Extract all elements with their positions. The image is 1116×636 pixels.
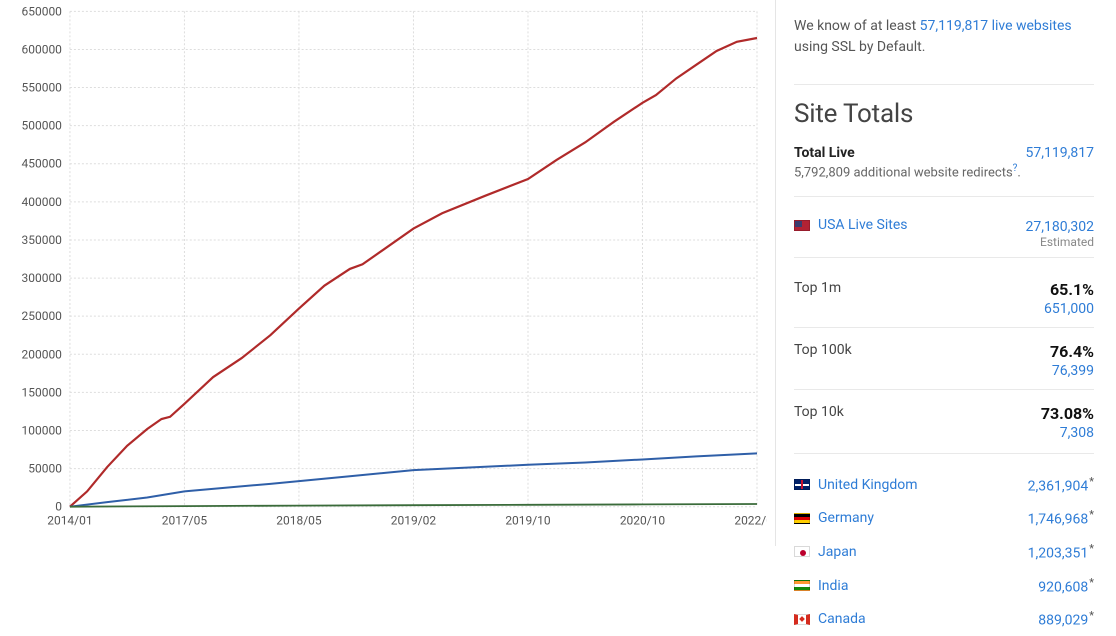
- metric-count-link[interactable]: 7,308: [1060, 425, 1094, 441]
- metric-name: Top 1m: [794, 280, 841, 299]
- svg-text:2018/05: 2018/05: [276, 514, 322, 528]
- line-chart: 0 50000 100000 150000 200000 250000 300000 3500…: [8, 0, 767, 546]
- metric-count-link[interactable]: 76,399: [1052, 363, 1094, 379]
- svg-text:2019/10: 2019/10: [505, 514, 551, 528]
- chart-panel: 0 50000 100000 150000 200000 250000 300000 3500…: [0, 0, 775, 546]
- country-row: Canada889,029*: [794, 602, 1094, 636]
- country-row: India920,608*: [794, 569, 1094, 603]
- svg-text:250000: 250000: [22, 309, 63, 323]
- svg-text:2017/05: 2017/05: [162, 514, 208, 528]
- country-link[interactable]: India: [818, 578, 848, 594]
- summary-text: We know of at least 57,119,817 live webs…: [794, 14, 1094, 70]
- country-link[interactable]: Germany: [818, 510, 874, 526]
- country-link[interactable]: Japan: [818, 544, 857, 560]
- svg-text:450000: 450000: [22, 157, 63, 171]
- divider: [794, 84, 1094, 85]
- divider: [794, 453, 1094, 454]
- country-link[interactable]: Canada: [818, 611, 866, 627]
- svg-text:650000: 650000: [22, 4, 63, 18]
- metric-pct: 73.08%: [1041, 404, 1094, 423]
- divider: [794, 389, 1094, 390]
- svg-text:2019/02: 2019/02: [391, 514, 437, 528]
- usa-row: USA Live Sites 27,180,302: [794, 211, 1094, 237]
- svg-text:600000: 600000: [22, 42, 63, 56]
- metric-name: Top 10k: [794, 404, 844, 423]
- flag-jp-icon: [794, 546, 810, 557]
- svg-text:0: 0: [55, 500, 62, 514]
- divider: [794, 327, 1094, 328]
- country-row: United Kingdom2,361,904*: [794, 468, 1094, 502]
- country-value-link[interactable]: 889,029: [1038, 613, 1088, 629]
- svg-text:100000: 100000: [22, 423, 63, 437]
- svg-text:500000: 500000: [22, 119, 63, 133]
- country-row: Germany1,746,968*: [794, 501, 1094, 535]
- divider: [794, 196, 1094, 197]
- svg-text:350000: 350000: [22, 233, 63, 247]
- metric-pct: 65.1%: [1050, 280, 1094, 299]
- svg-text:550000: 550000: [22, 81, 63, 95]
- total-live-row: Total Live 57,119,817: [794, 139, 1094, 163]
- country-value-link[interactable]: 1,746,968: [1028, 512, 1089, 528]
- flag-us-icon: [794, 220, 810, 231]
- metric-name: Top 100k: [794, 342, 852, 361]
- flag-de-icon: [794, 513, 810, 524]
- svg-text:300000: 300000: [22, 271, 63, 285]
- footnote-marker[interactable]: ?: [1013, 163, 1018, 174]
- flag-uk-icon: [794, 479, 810, 490]
- svg-text:400000: 400000: [22, 195, 63, 209]
- live-websites-link[interactable]: 57,119,817 live websites: [920, 18, 1072, 34]
- svg-text:2020/10: 2020/10: [620, 514, 666, 528]
- side-panel: We know of at least 57,119,817 live webs…: [775, 0, 1116, 546]
- metric-row: Top 100k 76.4% 76,399: [794, 334, 1094, 383]
- estimated-label: Estimated: [794, 235, 1094, 249]
- metric-count-link[interactable]: 651,000: [1044, 301, 1094, 317]
- usa-live-link[interactable]: USA Live Sites: [818, 217, 907, 233]
- svg-text:200000: 200000: [22, 347, 63, 361]
- metric-row: Top 1m 65.1% 651,000: [794, 272, 1094, 321]
- total-live-value[interactable]: 57,119,817: [1026, 145, 1094, 161]
- country-row: Japan1,203,351*: [794, 535, 1094, 569]
- svg-text:50000: 50000: [28, 462, 62, 476]
- flag-in-icon: [794, 580, 810, 591]
- section-title: Site Totals: [794, 99, 1094, 129]
- usa-live-value[interactable]: 27,180,302: [1026, 219, 1094, 235]
- metric-row: Top 10k 73.08% 7,308: [794, 396, 1094, 445]
- svg-text:2022/03: 2022/03: [734, 514, 767, 528]
- svg-text:150000: 150000: [22, 385, 63, 399]
- flag-ca-icon: [794, 614, 810, 625]
- divider: [794, 257, 1094, 258]
- country-value-link[interactable]: 1,203,351: [1028, 546, 1089, 562]
- redirects-note: 5,792,809 additional website redirects?.: [794, 163, 1094, 188]
- country-value-link[interactable]: 2,361,904: [1028, 478, 1089, 494]
- svg-text:2014/01: 2014/01: [47, 514, 92, 528]
- metric-pct: 76.4%: [1050, 342, 1094, 361]
- country-value-link[interactable]: 920,608: [1038, 579, 1088, 595]
- country-link[interactable]: United Kingdom: [818, 477, 918, 493]
- total-live-label: Total Live: [794, 145, 855, 161]
